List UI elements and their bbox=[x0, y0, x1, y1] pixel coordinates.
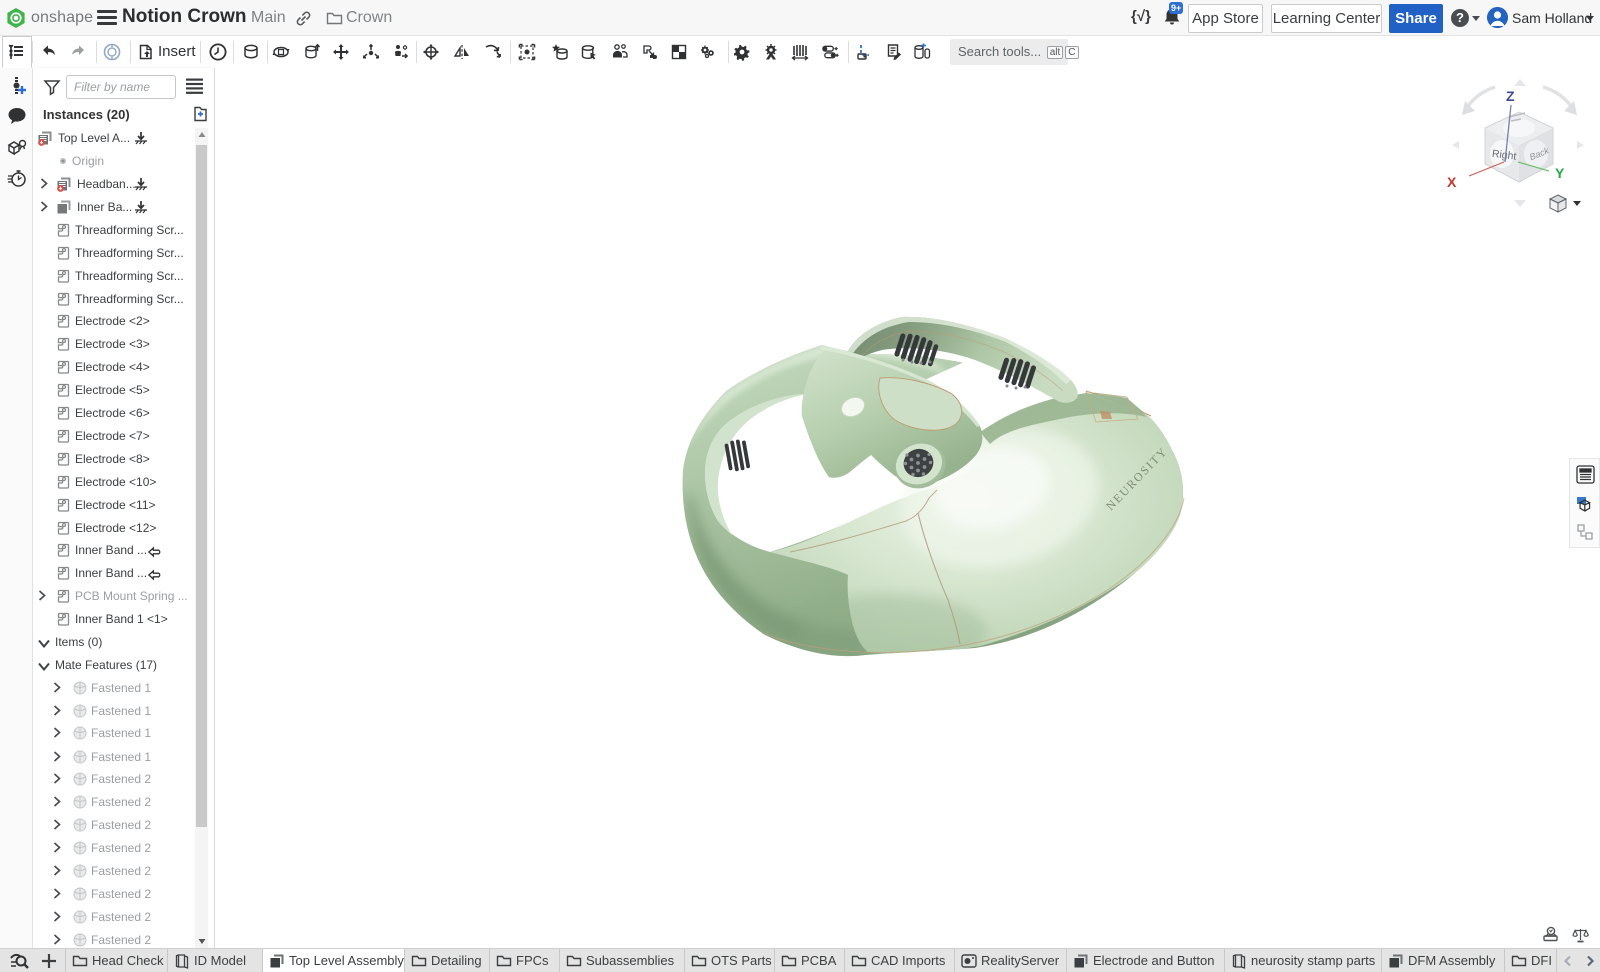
svg-text:X: X bbox=[1447, 174, 1457, 190]
svg-text:Z: Z bbox=[1506, 88, 1515, 104]
svg-text:Y: Y bbox=[1555, 165, 1565, 181]
